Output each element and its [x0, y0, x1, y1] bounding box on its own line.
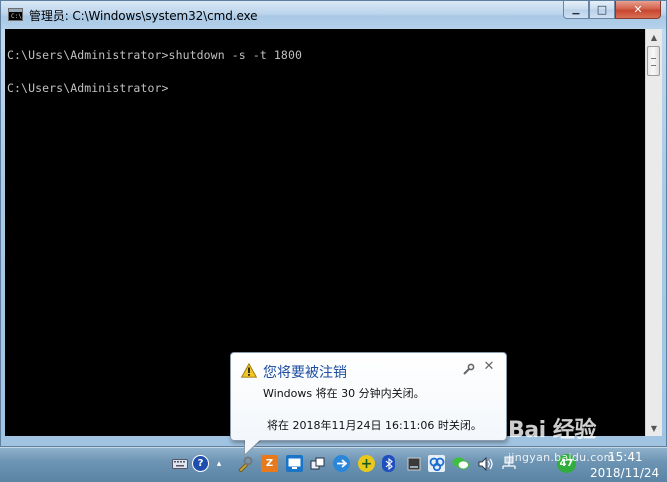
monitor-icon[interactable]	[286, 455, 303, 472]
notification-detail: 将在 2018年11月24日 16:11:06 时关闭。	[267, 419, 482, 432]
notification-close-icon[interactable]: ✕	[483, 360, 495, 374]
minimize-button[interactable]: ▁	[563, 1, 589, 19]
window-controls: ▁ □ ✕	[563, 1, 661, 20]
keyboard-icon[interactable]	[171, 455, 188, 472]
qq-icon[interactable]	[428, 455, 445, 472]
scroll-up-arrow-icon[interactable]: ▲	[646, 29, 662, 45]
scroll-down-arrow-icon[interactable]: ▼	[646, 420, 662, 436]
help-icon[interactable]: ?	[192, 455, 209, 472]
volume-icon[interactable]	[477, 455, 494, 472]
title-bar[interactable]: C:\ 管理员: C:\Windows\system32\cmd.exe ▁ □…	[1, 1, 666, 29]
minimize-icon: ▁	[572, 4, 580, 15]
clock-date[interactable]: 2018/11/24	[590, 466, 659, 480]
device-icon[interactable]	[405, 455, 422, 472]
balloon-tail-inner	[245, 439, 261, 454]
cmd-icon[interactable]: C:\	[8, 8, 23, 21]
browser-icon[interactable]	[333, 455, 350, 472]
shutdown-notification[interactable]: 您将要被注销 Windows 将在 30 分钟内关闭。 将在 2018年11月2…	[230, 352, 507, 441]
vertical-scrollbar[interactable]: ▲ ▼	[645, 29, 662, 436]
plus-icon[interactable]: +	[358, 455, 375, 472]
console-line-prompt: C:\Users\Administrator>	[7, 81, 169, 95]
network-icon[interactable]	[309, 455, 326, 472]
wrench-icon[interactable]	[463, 363, 475, 375]
warning-icon	[241, 363, 257, 378]
maximize-button[interactable]: □	[589, 1, 615, 19]
tool-icon[interactable]	[236, 455, 253, 472]
watermark-logo: Bai 经验	[508, 412, 596, 444]
bluetooth-icon[interactable]	[382, 455, 395, 472]
wechat-icon[interactable]	[452, 455, 469, 472]
scroll-thumb[interactable]	[647, 46, 660, 76]
notification-title: 您将要被注销	[263, 365, 347, 381]
watermark-url: jingyan.baidu.com	[508, 451, 615, 464]
window-title: 管理员: C:\Windows\system32\cmd.exe	[29, 9, 258, 23]
app-icon[interactable]: Z	[261, 455, 278, 472]
show-hidden-icon[interactable]: ▴	[214, 455, 224, 472]
notification-message: Windows 将在 30 分钟内关闭。	[263, 387, 425, 400]
watermark-logo-text: Bai 经验	[508, 418, 596, 443]
close-icon: ✕	[633, 3, 643, 16]
close-button[interactable]: ✕	[615, 1, 661, 19]
console-line-command: C:\Users\Administrator>shutdown -s -t 18…	[7, 48, 302, 62]
maximize-icon: □	[596, 3, 608, 16]
